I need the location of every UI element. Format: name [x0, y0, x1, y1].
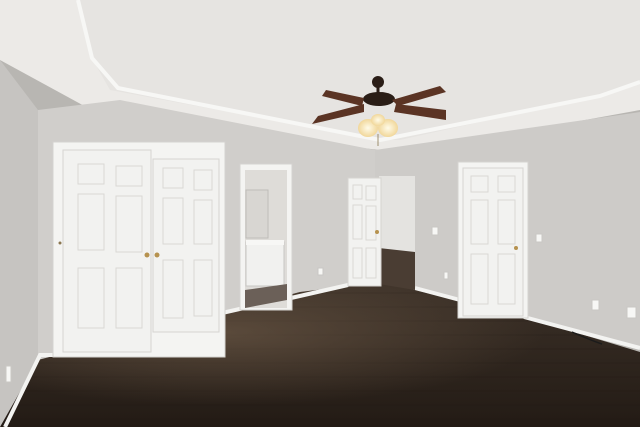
bathroom-vanity [245, 241, 285, 287]
wall-outlet [317, 267, 324, 276]
bedroom-photo [0, 0, 640, 427]
closet-door-left[interactable] [62, 149, 152, 353]
hallway-floor [379, 248, 415, 290]
light-switch[interactable] [431, 226, 439, 236]
wall-outlet [5, 365, 12, 383]
hinge [58, 241, 62, 245]
fan-light [371, 114, 385, 126]
closet-knob-left[interactable] [144, 252, 150, 258]
bedroom-door-knob[interactable] [514, 246, 518, 250]
vanity-top [246, 240, 284, 245]
hallway-door-knob[interactable] [375, 230, 379, 234]
light-switch[interactable] [535, 233, 543, 243]
bathroom-mirror [245, 189, 269, 239]
wall-outlet [626, 306, 637, 319]
wall-outlet [591, 299, 600, 311]
closet-knob-right[interactable] [154, 252, 160, 258]
bedroom-door[interactable] [462, 167, 524, 317]
wall-outlet [443, 271, 449, 280]
